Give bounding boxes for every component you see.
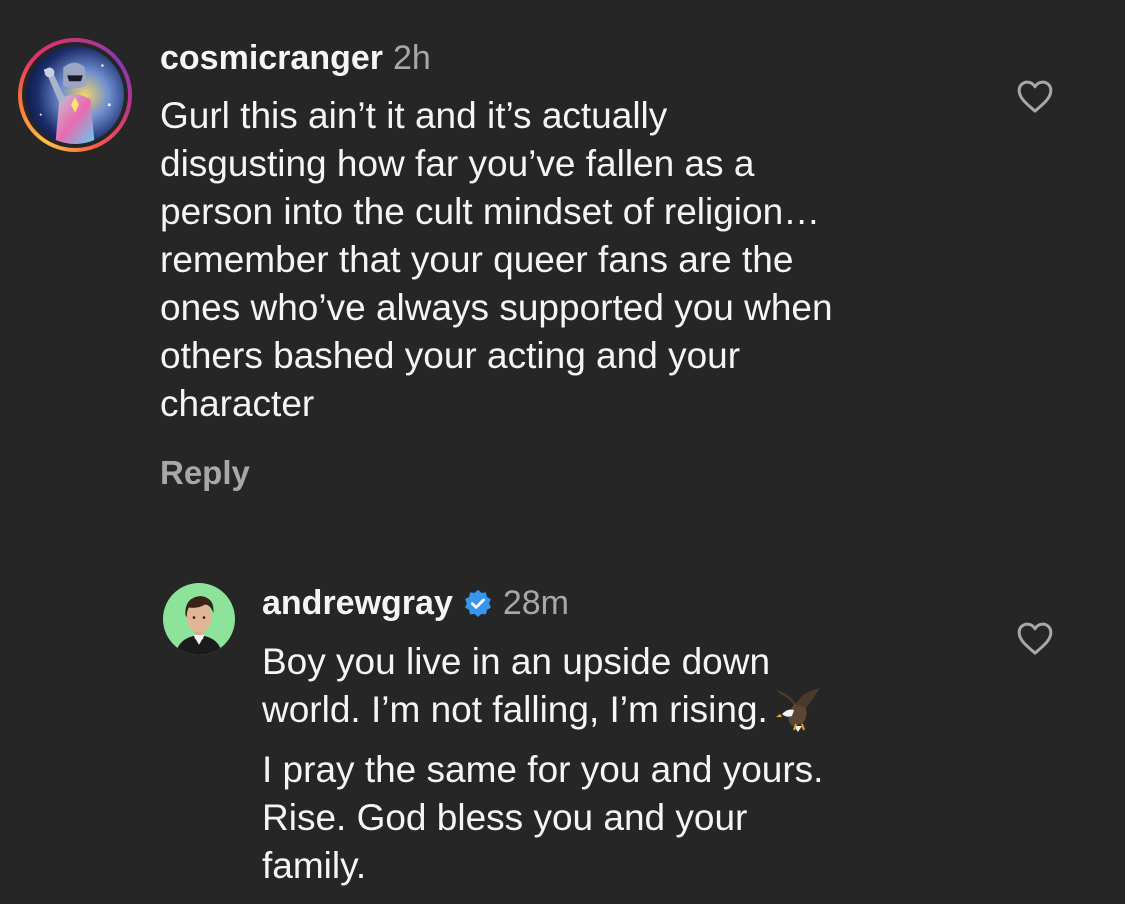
- reply-button[interactable]: Reply: [160, 453, 250, 493]
- comment-timestamp: 2h: [393, 39, 431, 77]
- profile-photo-avatar[interactable]: [163, 583, 235, 655]
- comment-line: Boy you live in an upside down: [262, 641, 771, 682]
- verified-badge-icon: [464, 589, 491, 618]
- comment-andrewgray: andrewgray 28m Boy you live in an upside…: [0, 520, 1125, 904]
- comment-header: cosmicranger 2h: [160, 38, 431, 78]
- username-link[interactable]: andrewgray: [262, 584, 453, 622]
- heart-outline-icon[interactable]: [1016, 78, 1054, 114]
- comment-timestamp: 28m: [502, 584, 569, 622]
- comment-text: Gurl this ain’t it and it’s actually dis…: [160, 95, 833, 424]
- comment-text-paragraph-2: I pray the same for you and yours. Rise.…: [262, 749, 824, 886]
- comment-text: Boy you live in an upside down world. I’m…: [262, 638, 1042, 734]
- comment-cosmicranger: cosmicranger 2h Gurl this ain’t it and it…: [0, 0, 1125, 520]
- username-link[interactable]: cosmicranger: [160, 39, 383, 77]
- story-ring[interactable]: [18, 38, 132, 152]
- masked-hero-avatar[interactable]: [26, 46, 124, 144]
- avatar[interactable]: [163, 583, 235, 655]
- heart-outline-icon[interactable]: [1016, 620, 1054, 656]
- eagle-emoji-icon: [775, 688, 820, 732]
- comment-line: world. I’m not falling, I’m rising.: [262, 689, 768, 730]
- avatar-gap: [22, 42, 128, 148]
- comment-header: andrewgray 28m: [262, 583, 569, 623]
